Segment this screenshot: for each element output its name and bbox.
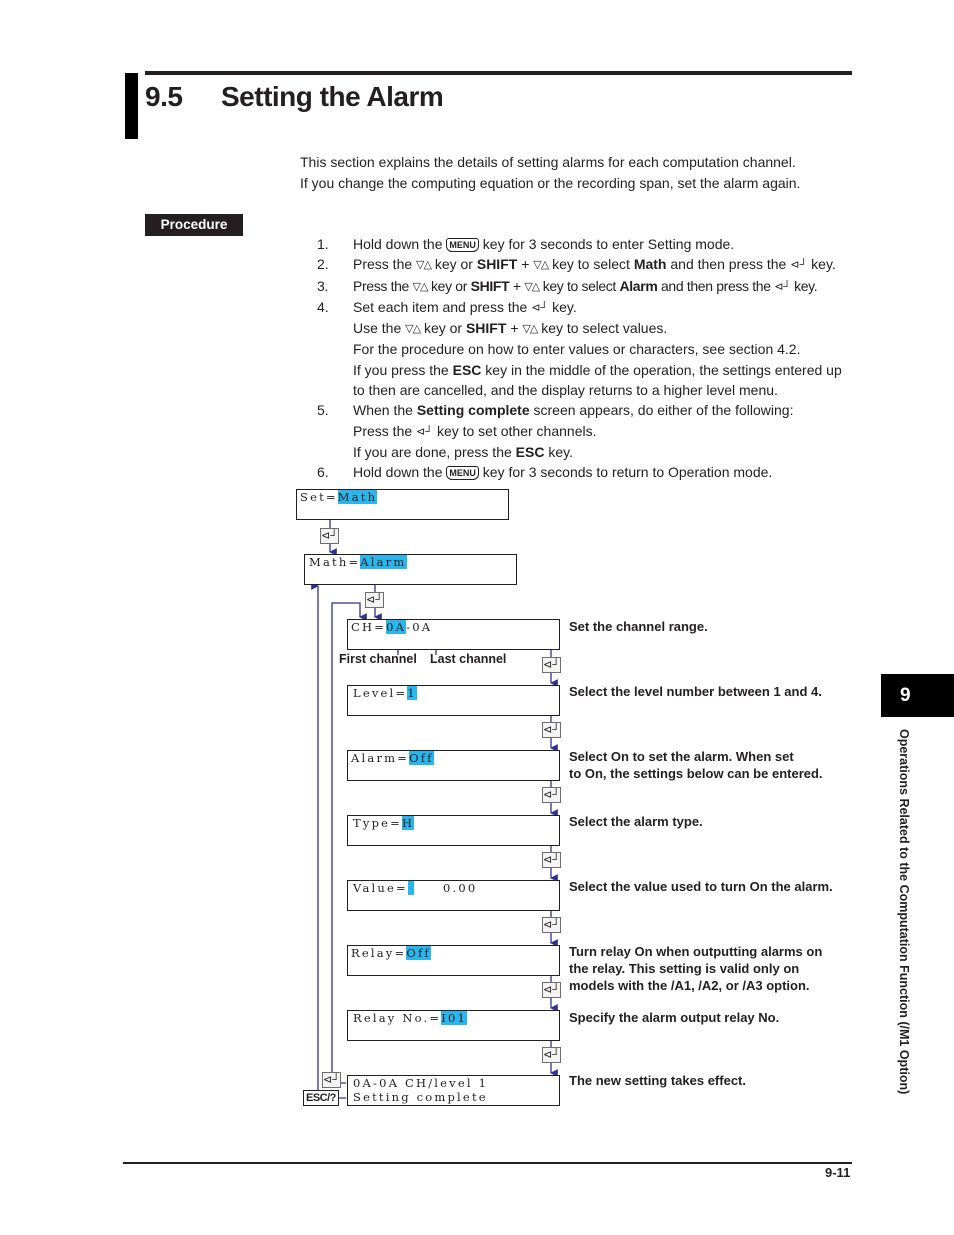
enter-key-icon: ⊲┘ xyxy=(542,722,561,738)
screen-label: Value= xyxy=(353,881,408,895)
screen-relay: Relay=Off xyxy=(347,945,560,976)
enter-key-icon: ⊲┘ xyxy=(542,787,561,803)
chapter-title: Operations Related to the Computation Fu… xyxy=(897,729,911,1095)
screen-alarm: Alarm=Off xyxy=(347,750,560,781)
enter-key-icon: ⊲┘ xyxy=(320,528,339,544)
screen-value: I01 xyxy=(441,1011,468,1025)
description-type: Select the alarm type. xyxy=(569,814,703,829)
screen-label: Relay No.= xyxy=(353,1011,442,1025)
enter-key-icon: ⊲┘ xyxy=(542,917,561,933)
screen-value: Math xyxy=(337,490,378,504)
screen-value: Off xyxy=(406,946,431,960)
enter-key-icon: ⊲┘ xyxy=(542,1047,561,1063)
screen-value: Off xyxy=(409,751,434,765)
description-line: Select On to set the alarm. When set xyxy=(569,749,794,764)
screen-setting-complete: 0A-0A CH/level 1 Setting complete xyxy=(347,1075,560,1106)
description-relay-number: Specify the alarm output relay No. xyxy=(569,1010,780,1025)
screen-channel-range: CH=0A-0A xyxy=(347,619,560,650)
screen-value: H xyxy=(401,816,415,830)
screen-value: Alarm xyxy=(360,555,407,569)
description-value: Select the value used to turn On the ala… xyxy=(569,879,833,894)
page-number: 9-11 xyxy=(825,1165,851,1180)
screen-label: Relay= xyxy=(351,946,407,960)
screen-relay-number: Relay No.=I01 xyxy=(347,1010,560,1041)
screen-label: Set= xyxy=(300,490,338,504)
description-line: models with the /A1, /A2, or /A3 option. xyxy=(569,978,810,993)
last-channel-caption: Last channel xyxy=(430,652,507,666)
screen-label: -0A xyxy=(406,620,433,634)
first-channel-caption: First channel xyxy=(339,652,417,666)
screen-label: Math= xyxy=(309,555,361,569)
enter-key-icon: ⊲┘ xyxy=(542,657,561,673)
screen-label: 0.00 xyxy=(413,881,478,895)
description-complete: The new setting takes effect. xyxy=(569,1073,746,1088)
enter-key-icon: ⊲┘ xyxy=(365,592,384,608)
screen-level: Level=1 xyxy=(347,685,560,716)
screen-value: 0A xyxy=(386,620,407,634)
screen-value: Value= 0.00 xyxy=(347,880,560,911)
description-relay: Turn relay On when outputting alarms on … xyxy=(569,943,822,994)
esc-key-icon: ESC/? xyxy=(303,1090,339,1106)
screen-line: Setting complete xyxy=(353,1089,488,1104)
screen-label: Alarm= xyxy=(351,751,410,765)
chapter-tab: 9 xyxy=(881,674,954,717)
screen-line: 0A-0A CH/level 1 xyxy=(353,1076,489,1090)
enter-key-icon: ⊲┘ xyxy=(542,982,561,998)
flow-lines xyxy=(311,520,558,1099)
enter-key-icon: ⊲┘ xyxy=(322,1072,341,1088)
screen-value: 1 xyxy=(407,686,417,700)
screen-label: Type= xyxy=(353,816,402,830)
screen-label: CH= xyxy=(351,620,387,634)
screen-math-alarm: Math=Alarm xyxy=(304,554,517,585)
footer-rule xyxy=(123,1162,852,1164)
screen-set-math: Set=Math xyxy=(296,489,509,520)
description-level: Select the level number between 1 and 4. xyxy=(569,684,822,699)
screen-label: Level= xyxy=(353,686,408,700)
description-channel: Set the channel range. xyxy=(569,619,708,634)
description-line: Turn relay On when outputting alarms on xyxy=(569,944,823,959)
description-line: to On, the settings below can be entered… xyxy=(569,766,823,781)
description-alarm: Select On to set the alarm. When set to … xyxy=(569,748,823,782)
enter-key-icon: ⊲┘ xyxy=(542,852,561,868)
description-line: the relay. This setting is valid only on xyxy=(569,961,800,976)
screen-type: Type=H xyxy=(347,815,560,846)
